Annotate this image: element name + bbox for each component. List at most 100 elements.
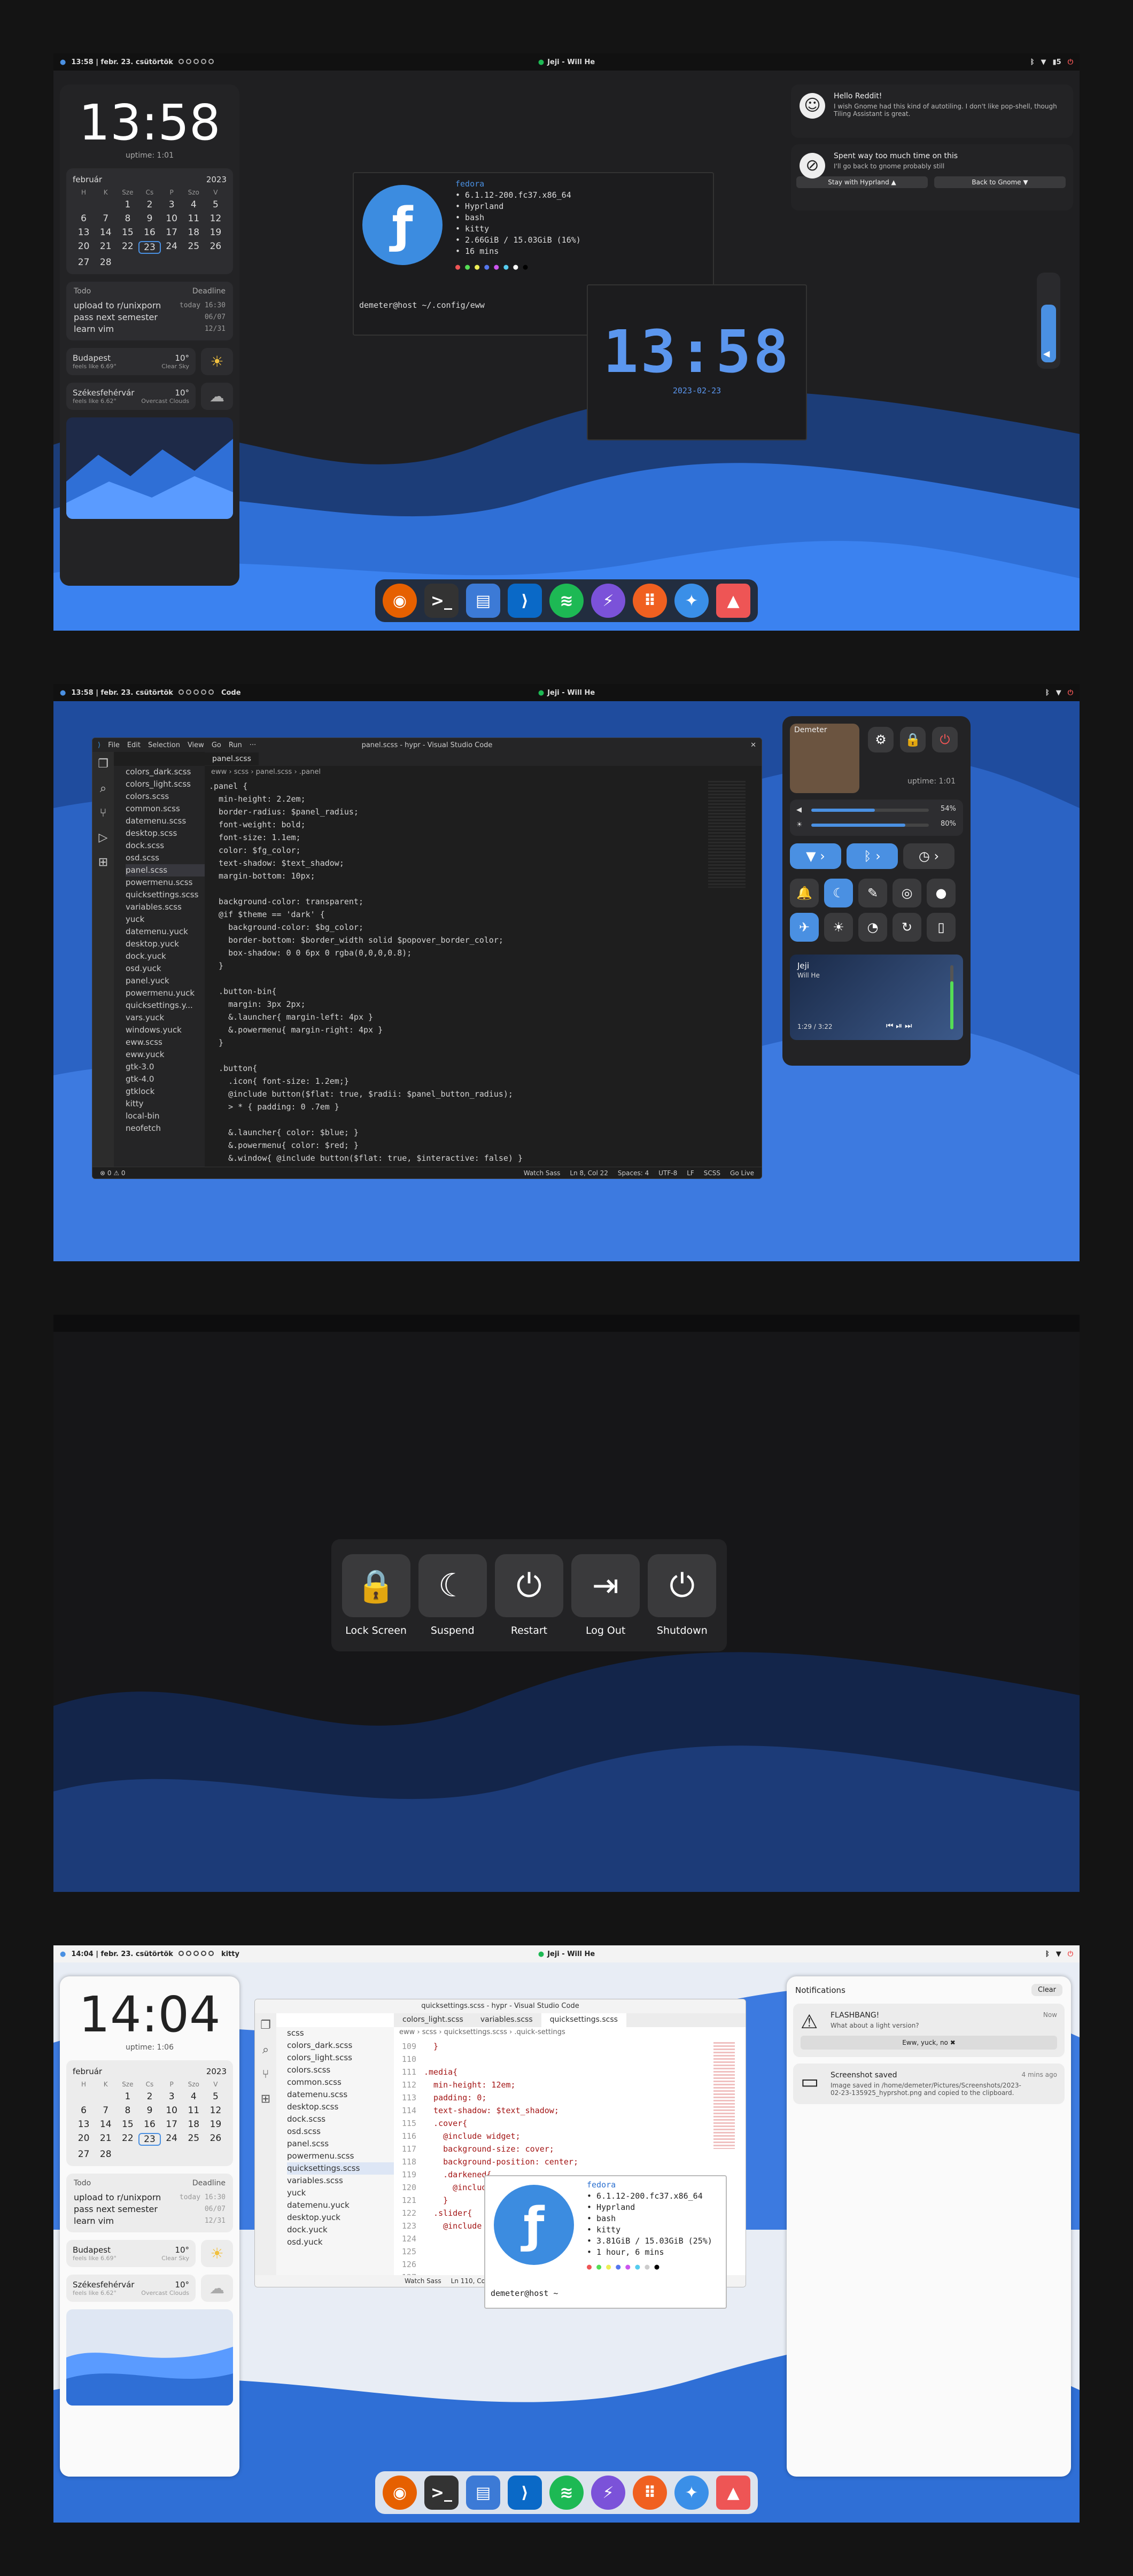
notification[interactable]: ☺ Hello Reddit! I wish Gnome had this kind… (791, 84, 1073, 138)
calendar-day[interactable]: 26 (205, 2133, 227, 2146)
calendar-day[interactable]: 28 (95, 257, 117, 268)
file-item[interactable]: quicksettings.y... (126, 999, 205, 1012)
calendar-day[interactable]: 11 (183, 213, 205, 224)
menu-item[interactable]: Edit (127, 741, 141, 749)
wifi-toggle[interactable]: ▼ › (790, 843, 841, 869)
todo-item[interactable]: learn vim 12/31 (74, 2215, 226, 2227)
calendar-day[interactable]: 18 (183, 2119, 205, 2130)
calendar-day[interactable]: 28 (95, 2149, 117, 2160)
screenshot-icon[interactable]: ◎ (893, 879, 921, 907)
extensions-icon[interactable]: ⊞ (255, 2087, 276, 2112)
file-item[interactable]: powermenu.scss (126, 876, 205, 889)
calendar-day[interactable]: 27 (73, 257, 95, 268)
calendar-day[interactable]: 19 (205, 227, 227, 238)
wifi-icon[interactable]: ▼ (1041, 58, 1046, 66)
file-item[interactable]: quicksettings.scss (126, 889, 205, 901)
notification[interactable]: ▭ 4 mins ago Screenshot saved Image saved i… (793, 2063, 1065, 2104)
clear-button[interactable]: Clear (1031, 1984, 1062, 1996)
editor-tab[interactable]: variables.scss (472, 2013, 541, 2027)
power-log-out-button[interactable]: ⇥ Log Out (571, 1554, 640, 1636)
file-item[interactable]: common.scss (287, 2076, 394, 2089)
calendar-day[interactable]: 10 (161, 2105, 183, 2116)
gradience-icon[interactable]: ▲ (716, 2476, 750, 2510)
calendar-day[interactable]: 5 (205, 2091, 227, 2102)
calendar-day[interactable]: 17 (161, 2119, 183, 2130)
file-item[interactable]: colors.scss (126, 790, 205, 803)
calendar-day[interactable]: 2 (138, 199, 160, 210)
battery-mode-icon[interactable]: ▯ (927, 913, 956, 942)
file-item[interactable]: panel.scss (126, 864, 205, 876)
calendar-day[interactable]: 15 (117, 227, 138, 238)
clock-terminal[interactable]: 13:58 2023-02-23 (587, 284, 807, 440)
calendar-day[interactable]: 22 (117, 2133, 138, 2146)
status-item[interactable]: Ln 8, Col 22 (570, 1169, 608, 1177)
calendar-day[interactable]: 13 (73, 2119, 95, 2130)
bar-clock[interactable]: 13:58 | febr. 23. csütörtök (71, 58, 173, 66)
todo-item[interactable]: pass next semester 06/07 (74, 312, 226, 323)
calendar-day[interactable]: 22 (117, 241, 138, 254)
bar-media[interactable]: Jeji - Will He (547, 689, 595, 697)
file-item[interactable]: common.scss (126, 803, 205, 815)
calendar-day[interactable]: 1 (117, 199, 138, 210)
file-item[interactable]: dock.yuck (287, 2224, 394, 2236)
bar-clock[interactable]: 14:04 | febr. 23. csütörtök (71, 1950, 173, 1958)
calendar-day[interactable]: 7 (95, 2105, 117, 2116)
menu-item[interactable]: ··· (250, 741, 256, 749)
bar-media[interactable]: Jeji - Will He (547, 58, 595, 66)
calendar-day[interactable]: 25 (183, 241, 205, 254)
breadcrumb[interactable]: eww › scss › panel.scss › .panel (211, 768, 321, 776)
todo-item[interactable]: upload to r/unixporn today 16:30 (74, 300, 226, 312)
notification[interactable]: ⚠ Now FLASHBANG! What about a light version… (793, 2004, 1065, 2057)
status-item[interactable]: UTF-8 (658, 1169, 677, 1177)
calendar-month[interactable]: február (73, 175, 102, 184)
status-item[interactable]: Go Live (730, 1169, 754, 1177)
calendar-day[interactable]: 9 (138, 2105, 160, 2116)
qbittorrent-icon[interactable]: ✦ (674, 2476, 709, 2510)
calendar-day[interactable]: 7 (95, 213, 117, 224)
breadcrumb[interactable]: eww › scss › quicksettings.scss › .quick… (399, 2028, 565, 2036)
eww-yuck-no-button[interactable]: Eww, yuck, no ✖ (801, 2036, 1057, 2050)
file-item[interactable]: datemenu.scss (126, 815, 205, 827)
launcher-icon[interactable]: ● (60, 1950, 66, 1958)
file-item[interactable]: eww.yuck (126, 1049, 205, 1061)
problems-count[interactable]: ⊗ 0 ⚠ 0 (100, 1169, 126, 1177)
power-lock-screen-button[interactable]: 🔒 Lock Screen (342, 1554, 410, 1636)
media-controls[interactable]: ⏮ ⏯ ⏭ (886, 1021, 912, 1030)
todo-item[interactable]: learn vim 12/31 (74, 323, 226, 335)
file-item[interactable]: colors_light.scss (287, 2052, 394, 2064)
dark-mode-icon[interactable]: ☾ (824, 879, 853, 907)
menu-item[interactable]: View (188, 741, 204, 749)
gradience-icon[interactable]: ▲ (716, 584, 750, 618)
file-item[interactable]: colors_dark.scss (287, 2039, 394, 2052)
messenger-icon[interactable]: ⚡ (591, 584, 625, 618)
media-volume-slider[interactable] (950, 965, 953, 1029)
vscode-icon[interactable]: ⟩ (508, 2476, 542, 2510)
calendar-day[interactable]: 12 (205, 2105, 227, 2116)
calendar-day[interactable]: 4 (183, 199, 205, 210)
power-suspend-button[interactable]: ☾ Suspend (418, 1554, 487, 1636)
messenger-icon[interactable]: ⚡ (591, 2476, 625, 2510)
notification-bell-icon[interactable]: 🔔 (790, 879, 819, 907)
calendar-day[interactable]: 25 (183, 2133, 205, 2146)
file-item[interactable]: gtk-3.0 (126, 1061, 205, 1073)
file-item[interactable]: desktop.scss (126, 827, 205, 840)
file-item[interactable]: colors_light.scss (126, 778, 205, 790)
spotify-app-icon[interactable]: ≋ (549, 584, 584, 618)
status-item[interactable]: LF (687, 1169, 694, 1177)
file-item[interactable]: dock.scss (126, 840, 205, 852)
file-item[interactable]: gtklock (126, 1085, 205, 1098)
file-item[interactable]: quicksettings.scss (287, 2162, 394, 2175)
settings-gear-icon[interactable]: ⚙ (868, 727, 894, 752)
calendar-year[interactable]: 2023 (206, 2067, 227, 2076)
file-item[interactable]: osd.yuck (126, 963, 205, 975)
terminal-icon[interactable]: >_ (424, 584, 459, 618)
power-restart-button[interactable]: ⏻ Restart (494, 1554, 563, 1636)
status-item[interactable]: Spaces: 4 (618, 1169, 649, 1177)
workspace-indicator[interactable] (178, 58, 216, 66)
calendar-day[interactable]: 16 (138, 2119, 160, 2130)
wifi-icon[interactable]: ▼ (1056, 689, 1061, 697)
calendar-day[interactable]: 11 (183, 2105, 205, 2116)
calendar-day[interactable]: 3 (161, 199, 183, 210)
file-item[interactable]: colors_dark.scss (126, 766, 205, 778)
menu-item[interactable]: Run (229, 741, 242, 749)
